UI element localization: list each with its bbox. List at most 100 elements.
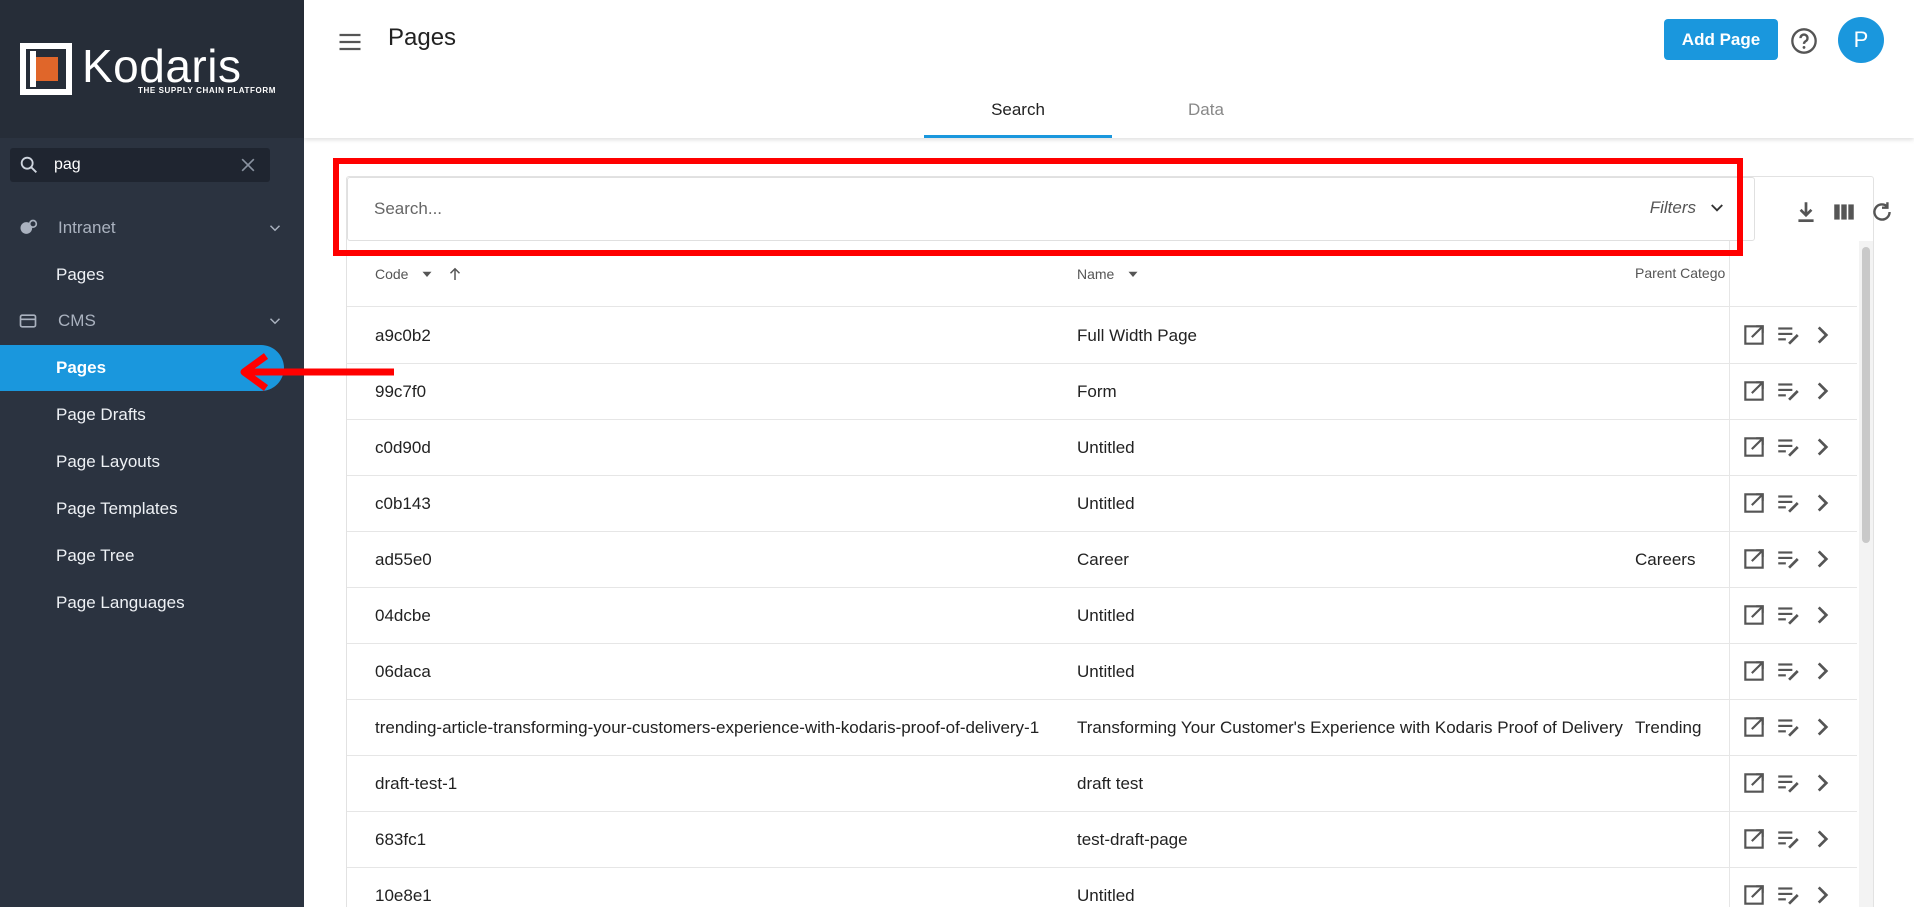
sidebar-item-intranet-pages[interactable]: Pages xyxy=(0,252,304,298)
sidebar-group-intranet[interactable]: Intranet xyxy=(0,205,304,251)
sort-ascending-icon[interactable] xyxy=(446,265,464,283)
download-icon[interactable] xyxy=(1793,199,1819,225)
cell-code: draft-test-1 xyxy=(375,774,458,793)
chevron-right-icon[interactable] xyxy=(1809,546,1835,572)
sidebar-item-page-templates[interactable]: Page Templates xyxy=(0,486,304,532)
column-label: Parent Catego xyxy=(1635,265,1726,281)
tab-data[interactable]: Data xyxy=(1112,88,1300,138)
app-window: Kodaris THE SUPPLY CHAIN PLATFORM pag In… xyxy=(0,0,1914,907)
column-label: Name xyxy=(1077,266,1115,282)
sidebar-search[interactable]: pag xyxy=(10,148,270,182)
brand-text: Kodaris THE SUPPLY CHAIN PLATFORM xyxy=(82,43,276,95)
column-header-name[interactable]: Name xyxy=(1077,265,1142,283)
table-row[interactable]: a9c0b2 Full Width Page xyxy=(347,308,1857,364)
open-external-icon[interactable] xyxy=(1741,434,1767,460)
filters-label: Filters xyxy=(1649,198,1696,217)
add-page-button[interactable]: Add Page xyxy=(1664,19,1778,60)
open-external-icon[interactable] xyxy=(1741,826,1767,852)
edit-list-icon[interactable] xyxy=(1775,770,1801,796)
cell-code: 683fc1 xyxy=(375,830,427,849)
edit-list-icon[interactable] xyxy=(1775,490,1801,516)
table-row[interactable]: 99c7f0 Form xyxy=(347,364,1857,420)
table-row[interactable]: draft-test-1 draft test xyxy=(347,756,1857,812)
cell-code: a9c0b2 xyxy=(375,326,431,345)
open-external-icon[interactable] xyxy=(1741,602,1767,628)
chevron-right-icon[interactable] xyxy=(1809,826,1835,852)
edit-list-icon[interactable] xyxy=(1775,546,1801,572)
table-row[interactable]: trending-article-transforming-your-custo… xyxy=(347,700,1857,756)
open-external-icon[interactable] xyxy=(1741,714,1767,740)
chevron-right-icon[interactable] xyxy=(1809,434,1835,460)
chevron-right-icon[interactable] xyxy=(1809,658,1835,684)
brand-logo[interactable]: Kodaris THE SUPPLY CHAIN PLATFORM xyxy=(0,0,304,138)
chevron-right-icon[interactable] xyxy=(1809,714,1835,740)
table-row[interactable]: 10e8e1 Untitled xyxy=(347,868,1857,907)
table-toolbar xyxy=(1793,199,1895,225)
help-icon[interactable] xyxy=(1790,27,1818,55)
open-external-icon[interactable] xyxy=(1741,322,1767,348)
open-external-icon[interactable] xyxy=(1741,770,1767,796)
refresh-icon[interactable] xyxy=(1869,199,1895,225)
chevron-down-icon xyxy=(269,225,281,232)
cell-name: Transforming Your Customer's Experience … xyxy=(1077,718,1623,737)
sidebar-item-page-drafts[interactable]: Page Drafts xyxy=(0,392,304,438)
tab-search[interactable]: Search xyxy=(924,88,1112,138)
sidebar-item-page-tree[interactable]: Page Tree xyxy=(0,533,304,579)
open-external-icon[interactable] xyxy=(1741,546,1767,572)
column-header-parent-category[interactable]: Parent Catego xyxy=(1635,265,1727,281)
caret-down-icon[interactable] xyxy=(418,265,436,283)
cell-code: 06daca xyxy=(375,662,431,681)
chevron-right-icon[interactable] xyxy=(1809,378,1835,404)
main-content: Pages Add Page P Search Data Filters xyxy=(304,0,1914,907)
chevron-right-icon[interactable] xyxy=(1809,602,1835,628)
edit-list-icon[interactable] xyxy=(1775,882,1801,907)
table-header: Code Name Parent Catego xyxy=(347,241,1857,307)
table-row[interactable]: 683fc1 test-draft-page xyxy=(347,812,1857,868)
row-actions xyxy=(1741,826,1835,852)
edit-list-icon[interactable] xyxy=(1775,714,1801,740)
open-external-icon[interactable] xyxy=(1741,882,1767,907)
cell-parent-category: Trending xyxy=(1635,718,1702,737)
table-row[interactable]: 06daca Untitled xyxy=(347,644,1857,700)
edit-list-icon[interactable] xyxy=(1775,826,1801,852)
sidebar-item-page-languages[interactable]: Page Languages xyxy=(0,580,304,626)
sidebar-search-value[interactable]: pag xyxy=(54,156,238,174)
chevron-right-icon[interactable] xyxy=(1809,490,1835,516)
table-row[interactable]: 04dcbe Untitled xyxy=(347,588,1857,644)
table-row[interactable]: c0b143 Untitled xyxy=(347,476,1857,532)
sidebar-item-cms-pages[interactable]: Pages xyxy=(0,345,284,391)
page-title: Pages xyxy=(388,24,457,51)
clear-icon[interactable] xyxy=(238,155,258,175)
edit-list-icon[interactable] xyxy=(1775,434,1801,460)
cell-name: draft test xyxy=(1077,774,1144,793)
chevron-right-icon[interactable] xyxy=(1809,770,1835,796)
scrollbar-thumb[interactable] xyxy=(1862,247,1870,543)
cell-name: Career xyxy=(1077,550,1129,569)
row-actions xyxy=(1741,770,1835,796)
chevron-right-icon[interactable] xyxy=(1809,882,1835,907)
search-input[interactable] xyxy=(374,199,1374,219)
sidebar-group-cms[interactable]: CMS xyxy=(0,298,304,344)
sidebar-group-label: CMS xyxy=(58,311,96,330)
sidebar-item-page-layouts[interactable]: Page Layouts xyxy=(0,439,304,485)
hamburger-menu-icon[interactable] xyxy=(336,28,364,56)
cell-name: Untitled xyxy=(1077,494,1135,513)
avatar[interactable]: P xyxy=(1838,17,1884,63)
open-external-icon[interactable] xyxy=(1741,658,1767,684)
table-row[interactable]: ad55e0 Career Careers xyxy=(347,532,1857,588)
chevron-right-icon[interactable] xyxy=(1809,322,1835,348)
open-external-icon[interactable] xyxy=(1741,378,1767,404)
edit-list-icon[interactable] xyxy=(1775,378,1801,404)
columns-icon[interactable] xyxy=(1831,199,1857,225)
column-header-code[interactable]: Code xyxy=(375,265,464,283)
edit-list-icon[interactable] xyxy=(1775,322,1801,348)
row-actions xyxy=(1741,714,1835,740)
top-bar: Pages Add Page P Search Data xyxy=(304,0,1914,138)
edit-list-icon[interactable] xyxy=(1775,658,1801,684)
open-external-icon[interactable] xyxy=(1741,490,1767,516)
search-icon xyxy=(20,156,37,173)
edit-list-icon[interactable] xyxy=(1775,602,1801,628)
table-row[interactable]: c0d90d Untitled xyxy=(347,420,1857,476)
filters-toggle[interactable]: Filters xyxy=(1650,198,1726,218)
caret-down-icon[interactable] xyxy=(1124,265,1142,283)
